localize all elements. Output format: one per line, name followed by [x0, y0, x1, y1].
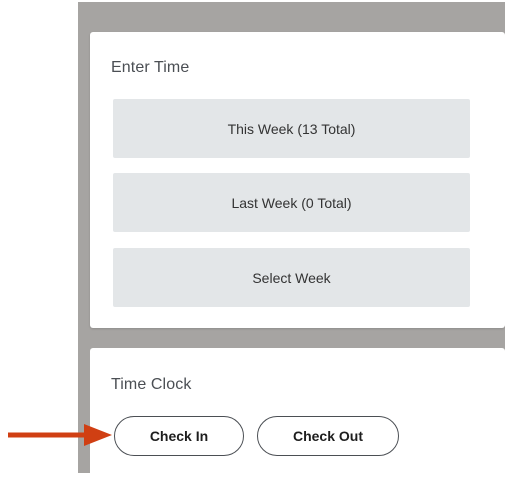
check-out-button[interactable]: Check Out [257, 416, 399, 456]
time-clock-panel: Time Clock Check In Check Out [90, 348, 505, 473]
right-arrow-icon [8, 424, 112, 446]
last-week-button[interactable]: Last Week (0 Total) [113, 173, 470, 232]
enter-time-title: Enter Time [111, 59, 190, 76]
enter-time-panel: Enter Time This Week (13 Total) Last Wee… [90, 32, 505, 328]
screenshot-stage: Enter Time This Week (13 Total) Last Wee… [0, 0, 513, 503]
check-in-button[interactable]: Check In [114, 416, 244, 456]
app-backdrop: Enter Time This Week (13 Total) Last Wee… [78, 2, 505, 473]
time-clock-title: Time Clock [111, 376, 192, 393]
select-week-button[interactable]: Select Week [113, 248, 470, 307]
this-week-button[interactable]: This Week (13 Total) [113, 99, 470, 158]
